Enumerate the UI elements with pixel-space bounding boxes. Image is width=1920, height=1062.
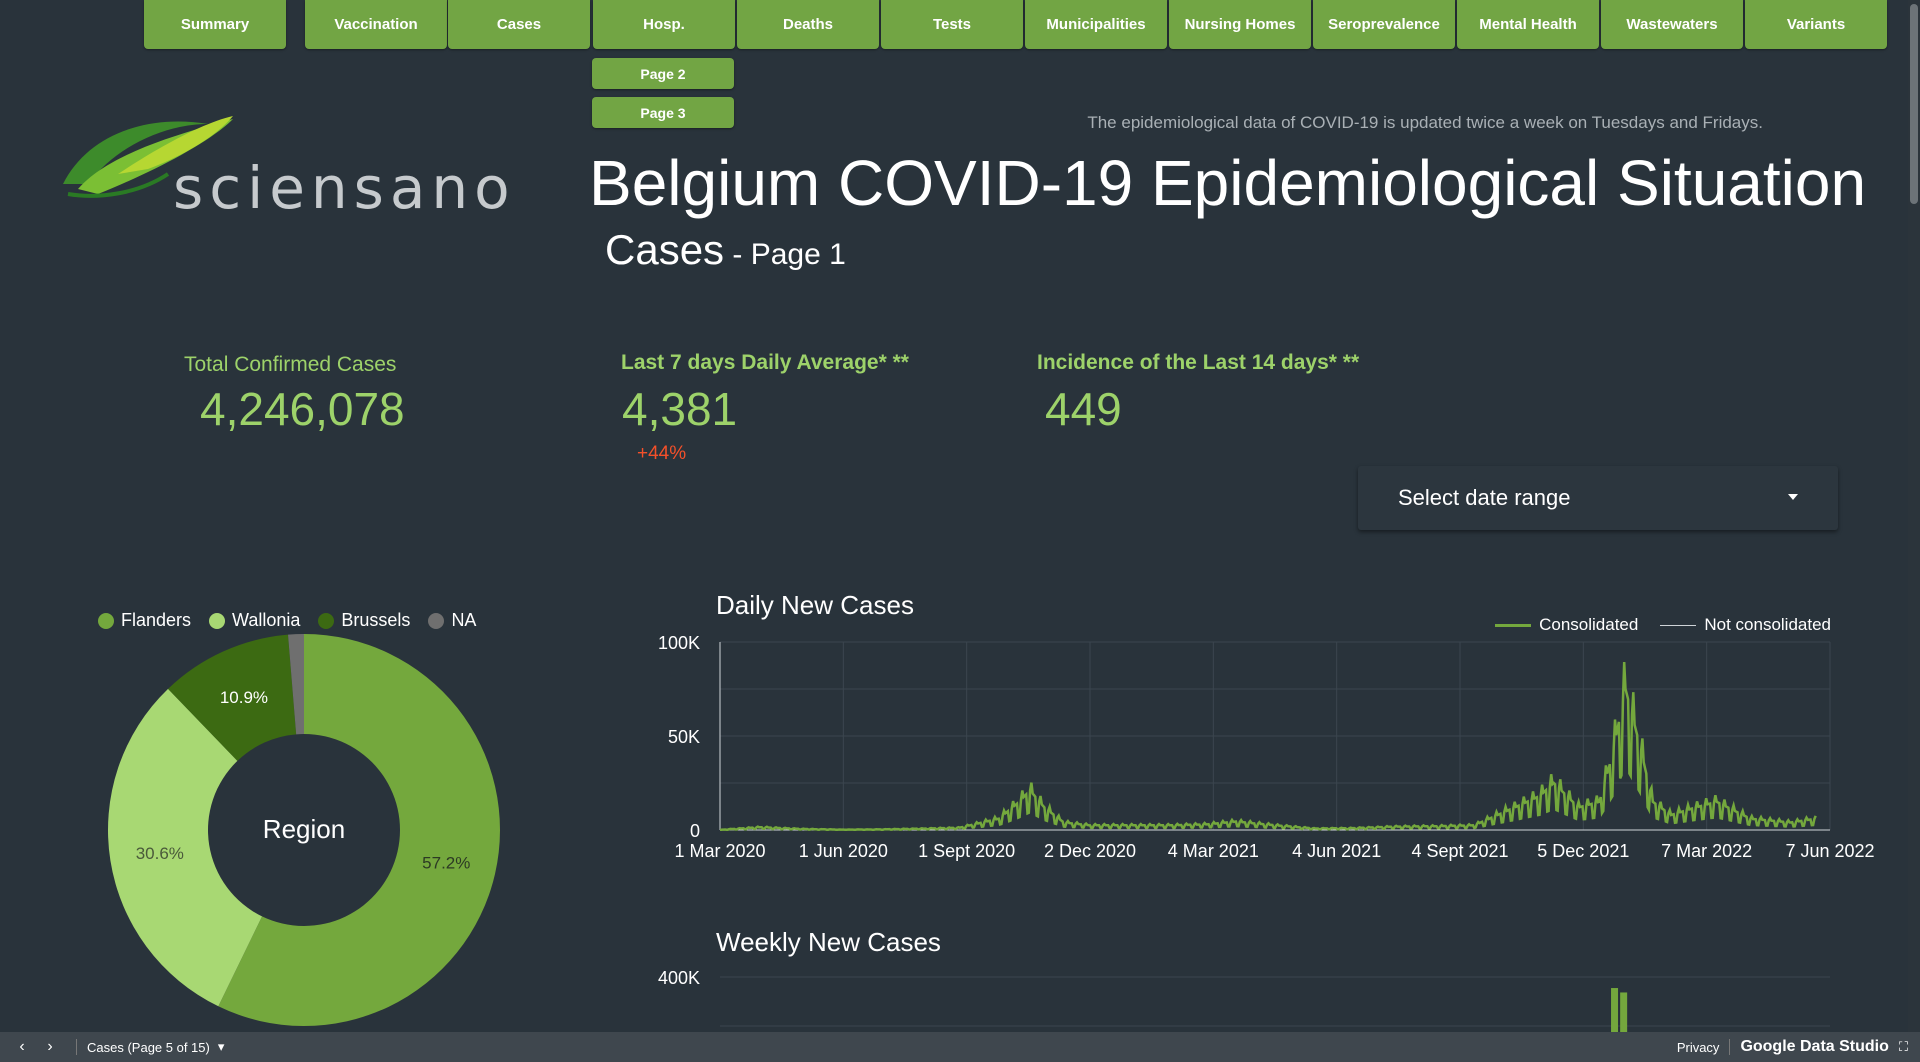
nav-nursing-homes[interactable]: Nursing Homes (1169, 0, 1311, 49)
legend-brussels: Brussels (318, 610, 410, 631)
cases-page-2-button[interactable]: Page 2 (592, 58, 734, 89)
incidence-value: 449 (1045, 383, 1122, 435)
y-tick-label: 50K (668, 727, 700, 747)
nav-mental-health[interactable]: Mental Health (1457, 0, 1599, 49)
x-tick-label: 5 Dec 2021 (1537, 841, 1629, 861)
weekly-bar (1611, 988, 1619, 1035)
avg7-value: 4,381 (622, 383, 738, 435)
nav-vaccination[interactable]: Vaccination (305, 0, 447, 49)
x-tick-label: 7 Jun 2022 (1785, 841, 1874, 861)
privacy-link[interactable]: Privacy (1677, 1040, 1720, 1055)
page-subtitle: Cases - Page 1 (605, 226, 846, 274)
region-donut-chart: 57.2% 30.6% 10.9% Region (108, 634, 501, 1026)
donut-slice-label: 57.2% (422, 854, 470, 873)
subtitle-section: Cases (605, 226, 725, 273)
nav-wastewaters[interactable]: Wastewaters (1601, 0, 1743, 49)
legend-label: NA (451, 610, 477, 630)
fullscreen-icon[interactable]: ⛶ (1899, 1039, 1908, 1055)
page-scrollbar[interactable] (1908, 0, 1920, 1032)
chevron-down-icon: ▾ (217, 1039, 225, 1054)
daily-cases-line (719, 661, 1817, 832)
weekly-bar (1620, 992, 1628, 1035)
cases-page-3-button[interactable]: Page 3 (592, 97, 734, 128)
y-tick-label: 0 (690, 821, 700, 841)
x-tick-label: 4 Jun 2021 (1292, 841, 1381, 861)
daily-cases-chart: 100K 50K 0 1 Mar 2020 1 Jun 2020 1 Sept 2020… (658, 633, 1875, 861)
page-selector-label: Cases (Page 5 of 15) (87, 1039, 210, 1055)
region-legend: Flanders Wallonia Brussels NA (98, 610, 476, 631)
date-range-select[interactable]: Select date range (1358, 466, 1838, 530)
x-tick-label: 4 Mar 2021 (1168, 841, 1259, 861)
nav-summary[interactable]: Summary (144, 0, 286, 49)
legend-label: Wallonia (232, 610, 301, 630)
y-tick-label: 100K (658, 633, 700, 653)
legend-dot-icon (428, 612, 445, 629)
google-data-studio-logo: Google Data Studio (1740, 1038, 1889, 1055)
donut-slice-label: 10.9% (220, 688, 268, 707)
divider (1729, 1039, 1731, 1055)
next-page-icon[interactable]: › (36, 1038, 64, 1056)
nav-tests[interactable]: Tests (881, 0, 1023, 49)
donut-center-label: Region (263, 814, 345, 844)
nav-hospitalisations[interactable]: Hosp. (593, 0, 735, 49)
subtitle-page: - Page 1 (724, 238, 846, 271)
prev-page-icon[interactable]: ‹ (8, 1038, 36, 1056)
x-tick-label: 1 Mar 2020 (674, 841, 765, 861)
nav-variants[interactable]: Variants (1745, 0, 1887, 49)
x-tick-label: 1 Sept 2020 (918, 841, 1015, 861)
x-tick-label: 1 Jun 2020 (799, 841, 888, 861)
donut-slice-label: 30.6% (136, 844, 184, 863)
dropdown-caret-icon (1788, 494, 1798, 500)
date-range-label: Select date range (1398, 485, 1571, 510)
x-tick-label: 7 Mar 2022 (1661, 841, 1752, 861)
update-note: The epidemiological data of COVID-19 is … (1087, 113, 1763, 132)
legend-dot-icon (209, 612, 226, 629)
x-tick-label: 2 Dec 2020 (1044, 841, 1136, 861)
sciensano-logo: sciensano (58, 114, 510, 222)
x-tick-label: 4 Sept 2021 (1411, 841, 1508, 861)
legend-flanders: Flanders (98, 610, 191, 631)
y-tick-label: 400K (658, 968, 700, 988)
nav-deaths[interactable]: Deaths (737, 0, 879, 49)
scrollbar-thumb[interactable] (1910, 4, 1918, 204)
daily-chart-title: Daily New Cases (716, 590, 914, 620)
legend-wallonia: Wallonia (209, 610, 300, 631)
legend-na: NA (428, 610, 476, 631)
logo-wordmark: sciensano (173, 154, 516, 222)
page-selector[interactable]: Cases (Page 5 of 15) ▾ (76, 1039, 224, 1055)
nav-seroprevalence[interactable]: Seroprevalence (1313, 0, 1455, 49)
total-cases-value: 4,246,078 (200, 383, 405, 435)
report-footer: ‹ › Cases (Page 5 of 15) ▾ Privacy Google… (0, 1032, 1920, 1062)
avg7-label: Last 7 days Daily Average* ** (621, 351, 909, 374)
total-cases-label: Total Confirmed Cases (184, 353, 397, 376)
legend-dot-icon (318, 612, 335, 629)
nav-cases[interactable]: Cases (448, 0, 590, 49)
page-title: Belgium COVID-19 Epidemiological Situati… (589, 147, 1867, 219)
weekly-cases-chart: 400K (658, 968, 1830, 1035)
legend-dot-icon (98, 612, 114, 629)
nav-municipalities[interactable]: Municipalities (1025, 0, 1167, 49)
legend-label: Flanders (121, 610, 192, 630)
legend-label: Brussels (341, 610, 411, 630)
avg7-change: +44% (637, 443, 687, 464)
incidence-label: Incidence of the Last 14 days* ** (1037, 351, 1360, 374)
